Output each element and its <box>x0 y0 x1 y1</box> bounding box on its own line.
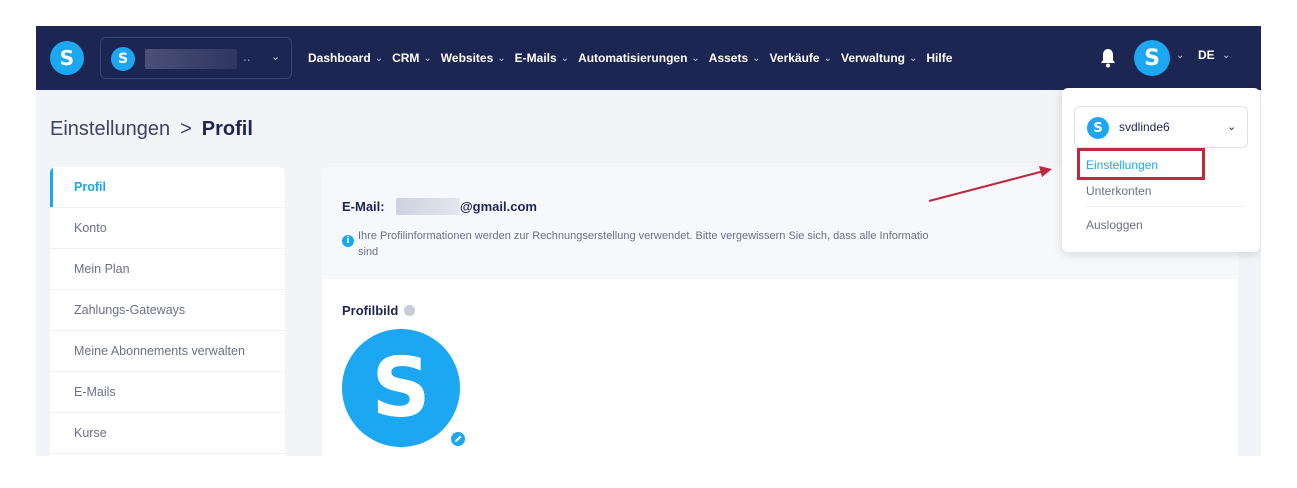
menu-item-logout[interactable]: Ausloggen <box>1086 218 1143 232</box>
chevron-down-icon: ⌄ <box>909 52 918 64</box>
chevron-down-icon: ⌄ <box>271 50 281 63</box>
top-navigation: S S .. ⌄ Dashboard ⌄ CRM ⌄ Websites ⌄ E-Mai… <box>36 26 1261 90</box>
bell-icon[interactable] <box>1100 48 1116 68</box>
menu-label: Verkäufe <box>769 51 820 65</box>
account-name: svdlinde6 <box>1119 120 1170 134</box>
chevron-down-icon: ⌄ <box>691 52 700 64</box>
menu-label: Websites <box>440 51 494 65</box>
info-text-line2: sind <box>358 246 379 258</box>
annotation-highlight-box <box>1077 148 1205 180</box>
help-icon[interactable] <box>404 305 416 316</box>
profile-picture-title: Profilbild <box>342 303 416 318</box>
sidebar-item-subscriptions[interactable]: Meine Abonnements verwalten <box>50 331 285 372</box>
menu-label: E-Mails <box>514 51 557 65</box>
chevron-down-icon: ⌄ <box>1227 120 1237 133</box>
sidebar-item-plan[interactable]: Mein Plan <box>50 249 285 290</box>
breadcrumb-separator: > <box>180 118 192 140</box>
account-avatar: S <box>111 47 135 71</box>
sidebar-item-profile[interactable]: Profil <box>50 167 285 208</box>
sidebar-item-payment-gateways[interactable]: Zahlungs-Gateways <box>50 290 285 331</box>
breadcrumb: Einstellungen > Profil <box>50 118 253 141</box>
edit-pencil-icon[interactable] <box>449 430 467 448</box>
account-ellipsis: .. <box>243 50 251 64</box>
info-text-line1: Ihre Profilinformationen werden zur Rech… <box>358 230 929 242</box>
chevron-down-icon[interactable]: ⌄ <box>1176 50 1184 61</box>
chevron-down-icon: ⌄ <box>752 52 761 64</box>
breadcrumb-parent[interactable]: Einstellungen <box>50 118 170 141</box>
redacted-account-name <box>145 49 237 69</box>
menu-label: Verwaltung <box>840 51 905 65</box>
menu-label: Assets <box>708 51 749 65</box>
chevron-down-icon: ⌄ <box>823 52 832 64</box>
sidebar-item-account[interactable]: Konto <box>50 208 285 249</box>
info-icon: i <box>342 235 354 247</box>
profile-picture-label: Profilbild <box>342 303 399 318</box>
menu-help[interactable]: Hilfe <box>926 51 952 65</box>
chevron-down-icon[interactable]: ⌄ <box>1222 50 1230 61</box>
menu-item-subaccounts[interactable]: Unterkonten <box>1086 184 1151 198</box>
menu-label: Automatisierungen <box>578 51 688 65</box>
sidebar-item-courses[interactable]: Kurse <box>50 413 285 454</box>
menu-assets[interactable]: Assets ⌄ <box>709 51 761 65</box>
user-menu-dropdown: S svdlinde6 ⌄ Einstellungen Unterkonten … <box>1062 88 1260 252</box>
menu-dashboard[interactable]: Dashboard ⌄ <box>308 51 383 65</box>
account-avatar: S <box>1087 117 1109 139</box>
language-selector[interactable]: DE <box>1198 48 1215 62</box>
menu-websites[interactable]: Websites ⌄ <box>441 51 506 65</box>
settings-sidebar: Profil Konto Mein Plan Zahlungs-Gateways… <box>50 167 285 456</box>
chevron-down-icon: ⌄ <box>497 52 506 64</box>
chevron-down-icon: ⌄ <box>560 52 570 64</box>
menu-label: CRM <box>392 51 420 65</box>
main-menu: Dashboard ⌄ CRM ⌄ Websites ⌄ E-Mails ⌄ Autom… <box>308 26 952 90</box>
account-switcher[interactable]: S svdlinde6 ⌄ <box>1074 106 1248 148</box>
app-frame: S S .. ⌄ Dashboard ⌄ CRM ⌄ Websites ⌄ E-Mai… <box>36 26 1261 456</box>
profile-picture: S <box>342 329 460 447</box>
menu-automations[interactable]: Automatisierungen ⌄ <box>578 51 700 65</box>
menu-label: Dashboard <box>308 51 371 65</box>
menu-sales[interactable]: Verkäufe ⌄ <box>770 51 832 65</box>
account-selector[interactable]: S .. ⌄ <box>100 37 292 79</box>
chevron-down-icon: ⌄ <box>374 52 384 64</box>
info-text: Ihre Profilinformationen werden zur Rech… <box>358 228 1058 260</box>
brand-logo[interactable]: S <box>50 41 84 75</box>
menu-crm[interactable]: CRM ⌄ <box>392 51 432 65</box>
breadcrumb-current: Profil <box>201 118 253 140</box>
user-avatar[interactable]: S <box>1134 40 1170 76</box>
email-domain: @gmail.com <box>460 199 537 214</box>
email-label: E-Mail: <box>342 199 385 214</box>
menu-administration[interactable]: Verwaltung ⌄ <box>841 51 917 65</box>
menu-label: Hilfe <box>926 51 953 65</box>
sidebar-item-emails[interactable]: E-Mails <box>50 372 285 413</box>
menu-emails[interactable]: E-Mails ⌄ <box>515 51 569 65</box>
divider <box>1086 206 1244 207</box>
redacted-email-user <box>396 198 460 215</box>
chevron-down-icon: ⌄ <box>423 52 432 64</box>
